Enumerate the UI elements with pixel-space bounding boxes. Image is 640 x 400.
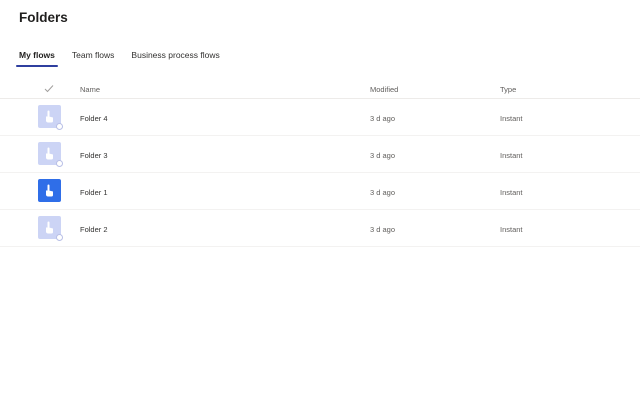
flows-table: Name Modified Type Folder 4 3 d ago Inst… [0, 78, 640, 247]
shared-badge-icon [56, 234, 63, 241]
table-row[interactable]: Folder 1 3 d ago Instant [0, 173, 640, 210]
table-header: Name Modified Type [0, 78, 640, 99]
check-icon[interactable] [44, 84, 54, 93]
flow-type: Instant [500, 225, 523, 234]
flow-type: Instant [500, 151, 523, 160]
tab-business-process-flows[interactable]: Business process flows [127, 46, 223, 67]
touch-icon [46, 110, 53, 123]
tab-my-flows[interactable]: My flows [15, 46, 59, 67]
touch-icon [46, 221, 53, 234]
flow-name[interactable]: Folder 4 [80, 114, 108, 123]
touch-icon [46, 147, 53, 160]
flow-name[interactable]: Folder 1 [80, 188, 108, 197]
table-row[interactable]: Folder 3 3 d ago Instant [0, 136, 640, 173]
flow-name[interactable]: Folder 2 [80, 225, 108, 234]
column-header-name[interactable]: Name [80, 85, 100, 94]
touch-icon [46, 184, 53, 197]
shared-badge-icon [56, 160, 63, 167]
flow-tabs: My flows Team flows Business process flo… [15, 46, 233, 67]
flow-modified: 3 d ago [370, 151, 396, 160]
flow-modified: 3 d ago [370, 188, 396, 197]
flow-tile [38, 179, 61, 202]
tab-team-flows[interactable]: Team flows [68, 46, 119, 67]
folders-page: Folders My flows Team flows Business pro… [0, 0, 640, 400]
flow-modified: 3 d ago [370, 225, 396, 234]
column-header-modified[interactable]: Modified [370, 85, 398, 94]
flow-modified: 3 d ago [370, 114, 396, 123]
shared-badge-icon [56, 123, 63, 130]
flow-type: Instant [500, 114, 523, 123]
column-header-type[interactable]: Type [500, 85, 516, 94]
page-title: Folders [19, 10, 68, 25]
flow-type: Instant [500, 188, 523, 197]
table-row[interactable]: Folder 4 3 d ago Instant [0, 99, 640, 136]
flow-name[interactable]: Folder 3 [80, 151, 108, 160]
table-row[interactable]: Folder 2 3 d ago Instant [0, 210, 640, 247]
